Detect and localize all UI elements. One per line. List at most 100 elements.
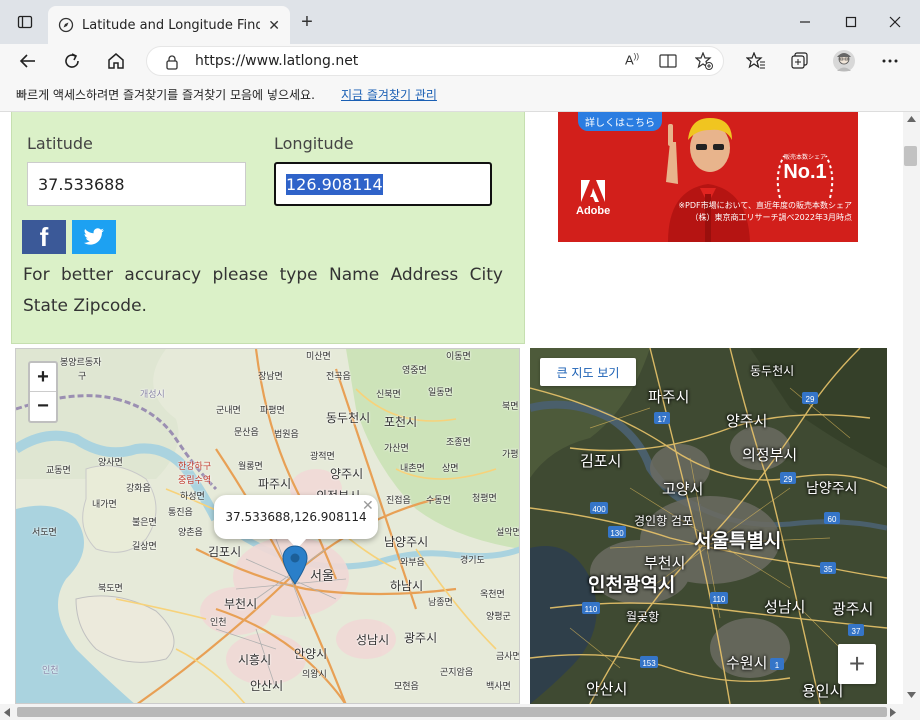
map-place-label: 서도면 — [32, 528, 57, 538]
address-bar[interactable]: https://www.latlong.net A)) — [146, 46, 724, 76]
twitter-share-button[interactable] — [72, 220, 116, 254]
active-tab[interactable]: Latitude and Longitude Finder on Map Get… — [48, 6, 290, 44]
map-place-label: 설악면 — [496, 528, 520, 538]
map-place-label: 양사면 — [98, 458, 123, 468]
map-place-label: 봉양르동자 — [60, 358, 102, 368]
profile-avatar[interactable] — [830, 47, 858, 75]
map-place-label: 시흥시 — [238, 653, 272, 667]
satellite-place-label: 파주시 — [648, 388, 690, 406]
map-place-label: 내가면 — [92, 500, 117, 510]
map-place-label: 북도면 — [98, 584, 123, 594]
read-aloud-icon[interactable]: A)) — [625, 52, 639, 67]
scroll-down-icon[interactable] — [907, 692, 916, 698]
satellite-place-label: 고양시 — [662, 480, 704, 498]
map-place-label: 김포시 — [208, 545, 242, 559]
map-place-label: 법원읍 — [274, 430, 299, 440]
longitude-field[interactable]: 126.908114 — [274, 162, 492, 206]
map-place-label: 불은면 — [132, 518, 157, 528]
tab-close-icon[interactable]: ✕ — [268, 17, 280, 34]
map-place-label: 인천 — [210, 618, 227, 628]
map-place-label: 파평면 — [260, 406, 285, 416]
map-place-label: 한강하구 — [178, 462, 212, 472]
tab-title: Latitude and Longitude Finder on Map Get… — [82, 17, 260, 33]
reader-view-icon[interactable] — [659, 53, 677, 69]
map-zoom-in-button[interactable]: + — [30, 363, 56, 392]
latitude-field[interactable]: 37.533688 — [27, 162, 246, 206]
map-place-label: 곤지암읍 — [440, 668, 474, 678]
map-place-label: 하남시 — [390, 579, 424, 593]
map-zoom-control: + − — [28, 361, 58, 423]
compass-icon — [58, 17, 74, 33]
lock-icon — [166, 55, 178, 70]
map-place-label: 하성면 — [180, 492, 205, 502]
scroll-left-icon[interactable] — [4, 708, 10, 717]
adobe-brand-text: Adobe — [576, 205, 611, 217]
map-place-label: 내촌면 — [400, 464, 425, 474]
manage-favorites-link[interactable]: 지금 즐겨찾기 관리 — [341, 86, 437, 103]
svg-text:60: 60 — [828, 515, 837, 524]
more-menu-icon[interactable] — [876, 47, 904, 75]
new-tab-button[interactable]: + — [296, 10, 318, 34]
satellite-place-label: 안산시 — [586, 680, 628, 698]
minimize-icon[interactable] — [782, 0, 828, 44]
map-place-label: 의왕시 — [302, 670, 327, 680]
map-place-label: 전곡읍 — [326, 372, 351, 382]
map-place-label: 길상면 — [132, 542, 157, 552]
favorites-icon[interactable] — [742, 47, 770, 75]
collections-icon[interactable] — [786, 47, 814, 75]
scroll-right-icon[interactable] — [890, 708, 896, 717]
map-place-label: 중립수역 — [178, 476, 212, 486]
satellite-place-label: 경인항 검포 — [634, 514, 694, 528]
horizontal-scroll-thumb[interactable] — [17, 707, 887, 717]
longitude-value: 126.908114 — [286, 173, 383, 195]
vertical-scrollbar[interactable] — [903, 112, 920, 704]
scroll-up-icon[interactable] — [907, 116, 916, 122]
satellite-place-label: 수원시 — [726, 654, 768, 672]
map-place-label: 모현읍 — [394, 682, 419, 692]
latitude-label: Latitude — [27, 134, 93, 153]
svg-text:110: 110 — [713, 595, 726, 604]
ad-footnote-line1: ※PDF市場において、直近年度の販売本数シェア — [678, 201, 852, 210]
adobe-advertisement[interactable]: 詳しくはこちら Adobe 販売本数シェア No.1 ※PDF市場において、直近… — [558, 112, 858, 242]
map-zoom-out-button[interactable]: − — [30, 392, 56, 421]
popup-close-icon[interactable]: ✕ — [362, 497, 374, 514]
latitude-value: 37.533688 — [38, 174, 125, 194]
map-marker-icon[interactable] — [282, 545, 308, 585]
coordinate-form: Latitude Longitude 37.533688 126.908114 … — [11, 112, 525, 344]
svg-text:400: 400 — [592, 505, 606, 514]
tab-actions-icon[interactable] — [2, 0, 48, 44]
map-place-label: 성남시 — [356, 633, 390, 647]
satellite-map[interactable]: 17 29 29 400 130 60 35 110 110 37 153 1 … — [530, 348, 887, 704]
map-place-label: 통진읍 — [168, 508, 193, 518]
ad-details-button[interactable]: 詳しくはこちら — [578, 112, 662, 131]
map-place-label: 가산면 — [384, 444, 409, 454]
popup-text: 37.533688,126.908114 — [225, 510, 367, 524]
home-icon[interactable] — [102, 47, 130, 75]
badge-no1: No.1 — [783, 161, 827, 183]
satellite-place-label: 양주시 — [726, 412, 768, 430]
add-favorite-icon[interactable] — [695, 52, 713, 70]
satellite-place-label: 동두천시 — [750, 364, 795, 378]
adobe-logo: Adobe — [576, 180, 610, 217]
svg-text:29: 29 — [784, 475, 793, 484]
satellite-place-label: 월곶항 — [626, 610, 660, 624]
map-place-label: 구 — [78, 372, 87, 382]
close-window-icon[interactable] — [872, 0, 918, 44]
vertical-scroll-thumb[interactable] — [904, 146, 917, 166]
facebook-share-button[interactable]: f — [22, 220, 66, 254]
satellite-zoom-in-button[interactable]: + — [838, 644, 876, 684]
twitter-icon — [83, 228, 104, 245]
title-bar: Latitude and Longitude Finder on Map Get… — [0, 0, 920, 44]
map-place-label: 옥천면 — [480, 590, 505, 600]
favorites-hint: 빠르게 액세스하려면 즐겨찾기를 즐겨찾기 모음에 넣으세요. — [16, 88, 315, 102]
view-larger-map-button[interactable]: 큰 지도 보기 — [540, 358, 636, 386]
refresh-icon[interactable] — [58, 47, 86, 75]
map-place-label: 남종면 — [428, 598, 453, 608]
map-place-label: 청평면 — [472, 494, 497, 504]
back-icon[interactable] — [14, 47, 42, 75]
navigation-bar: https://www.latlong.net A)) — [0, 44, 920, 78]
maximize-icon[interactable] — [828, 0, 874, 44]
map-place-label: 파주시 — [258, 477, 292, 491]
street-map[interactable]: 봉양르동자 구 미산면 이동면 장남면 전곡읍 영중면 개성시 신북면 일동면 군내면 파평면 동두천시… — [15, 348, 520, 704]
satellite-place-label: 광주시 — [832, 600, 874, 618]
